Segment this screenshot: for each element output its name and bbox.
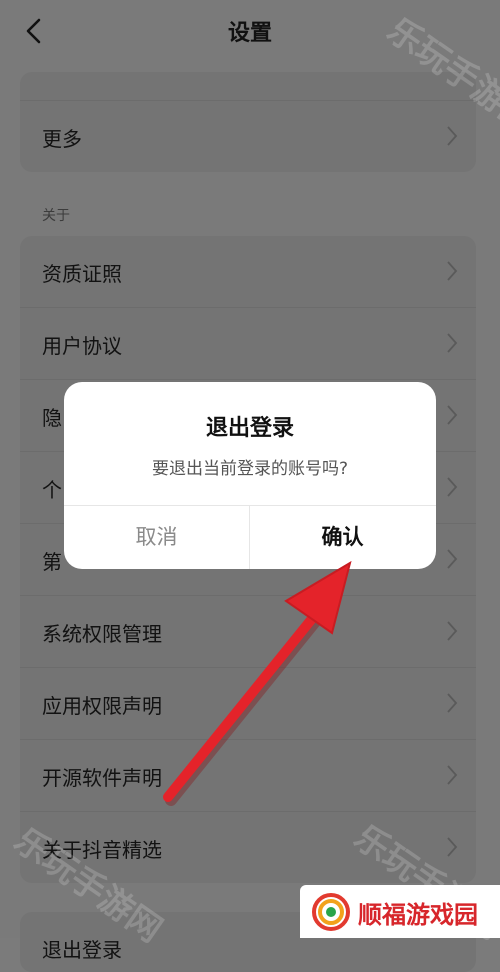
settings-item-qualification[interactable]: 资质证照 bbox=[20, 236, 476, 307]
brand-logo-icon bbox=[312, 893, 350, 931]
chevron-right-icon bbox=[446, 548, 458, 570]
settings-item-label: 应用权限声明 bbox=[42, 694, 162, 718]
card-top-spacer bbox=[20, 72, 476, 100]
settings-item-label: 资质证照 bbox=[42, 262, 122, 286]
dialog-title: 退出登录 bbox=[205, 416, 294, 441]
settings-item-label: 更多 bbox=[42, 127, 82, 151]
settings-item-label: 第 bbox=[42, 550, 62, 574]
chevron-right-icon bbox=[446, 692, 458, 714]
settings-screen: 设置 更多 关于 资质证照 用户协议 隐 个 第 系统权限管理 应用权限声明 开… bbox=[0, 0, 500, 972]
chevron-right-icon bbox=[446, 476, 458, 498]
settings-item-label: 个 bbox=[42, 478, 62, 502]
settings-item-label: 隐 bbox=[42, 406, 62, 430]
chevron-right-icon bbox=[446, 620, 458, 642]
settings-card-top: 更多 bbox=[20, 72, 476, 172]
brand-text: 顺福游戏园 bbox=[358, 901, 478, 929]
chevron-right-icon bbox=[446, 764, 458, 786]
logout-dialog: 退出登录 要退出当前登录的账号吗? 取消 确认 bbox=[64, 382, 436, 569]
chevron-right-icon bbox=[446, 260, 458, 282]
dialog-message: 要退出当前登录的账号吗? bbox=[151, 459, 349, 479]
settings-item-user-agreement[interactable]: 用户协议 bbox=[20, 307, 476, 379]
settings-item-more[interactable]: 更多 bbox=[20, 100, 476, 172]
settings-item-label: 退出登录 bbox=[42, 938, 122, 962]
brand-watermark: 顺福游戏园 bbox=[300, 885, 500, 938]
settings-item-label: 系统权限管理 bbox=[42, 622, 162, 646]
settings-item-label: 开源软件声明 bbox=[42, 766, 162, 790]
section-label-about: 关于 bbox=[42, 208, 70, 224]
chevron-right-icon bbox=[446, 836, 458, 858]
chevron-right-icon bbox=[446, 332, 458, 354]
settings-item-label: 用户协议 bbox=[42, 334, 122, 358]
chevron-right-icon bbox=[446, 404, 458, 426]
annotation-arrow-icon bbox=[163, 560, 352, 806]
chevron-right-icon bbox=[446, 125, 458, 147]
